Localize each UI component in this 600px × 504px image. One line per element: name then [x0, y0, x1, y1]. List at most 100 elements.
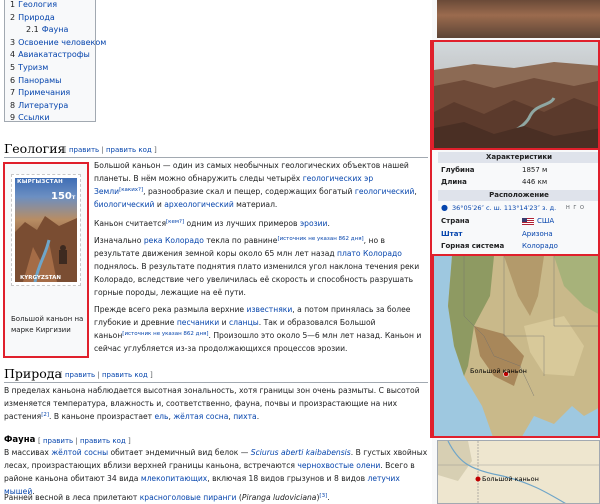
map-location-label: Большой каньон [470, 367, 527, 375]
toc-item-number: 2.1 [26, 25, 39, 35]
toc-item[interactable]: 2.1 Фауна [10, 24, 90, 37]
edit-link[interactable]: править [69, 146, 99, 154]
stamp-country-text: КЫРГЫЗСТАН [17, 179, 63, 185]
link-western-tanager[interactable]: красноголовые пиранги [140, 493, 237, 502]
section-divider [4, 157, 428, 158]
toc-item-label[interactable]: Туризм [18, 63, 48, 72]
location-map-secondary[interactable]: Большой каньон [437, 440, 600, 504]
section-edit-links-fauna: [ править | править код ] [38, 437, 131, 445]
toc-item[interactable]: 1 Геология [10, 0, 90, 12]
link-spruce[interactable]: ель [154, 412, 168, 421]
toc-item-number: 6 [10, 75, 16, 85]
state-link[interactable]: Аризона [522, 229, 553, 239]
citation-needed[interactable]: [каких?] [119, 187, 143, 193]
toc-item-number: 1 [10, 0, 16, 9]
usa-relief-map [434, 256, 598, 436]
toc-item-label[interactable]: Освоение человеком [18, 38, 106, 47]
link-shale[interactable]: сланцы [229, 318, 259, 327]
link-mule-deer[interactable]: чернохвостые олени [297, 461, 380, 470]
infobox-key: Длина [441, 178, 467, 186]
edit-code-link[interactable]: править код [102, 371, 148, 379]
canyon-photo[interactable] [432, 40, 600, 150]
table-of-contents: 1 Геология 2 Природа 2.1 Фауна 3 Освоение челов… [4, 0, 106, 125]
country-link[interactable]: США [537, 216, 554, 226]
toc-item[interactable]: 6 Панорамы [10, 75, 90, 88]
section-edit-links-nature: [ править | править код ] [60, 371, 153, 379]
stamp-bottom-text: KYRGYZSTAN [20, 275, 61, 281]
infobox-key: Горная система [441, 242, 505, 250]
stamp-thumbnail[interactable]: КЫРГЫЗСТАН 150т KYRGYZSTAN Большой каньо… [3, 162, 89, 358]
subsection-heading-fauna: Фауна [4, 435, 36, 445]
link-erosion[interactable]: эрозии [300, 219, 328, 228]
citation-needed[interactable]: [источник не указан 862 дня] [277, 236, 363, 242]
geology-paragraph-2: Каньон считается[кем?] одним из лучших п… [94, 219, 330, 228]
edit-bracket: [ [60, 371, 63, 379]
location-pin-icon: ● [441, 203, 448, 212]
map2-location-marker [475, 476, 481, 482]
toc-item-number: 5 [10, 62, 16, 72]
link-colorado-river[interactable]: река Колорадо [144, 236, 204, 245]
toc-item[interactable]: 4 Авиакатастрофы [10, 49, 90, 62]
infobox-photo-top[interactable] [437, 0, 600, 38]
link-biological[interactable]: биологический [94, 200, 154, 209]
edit-separator: | [97, 371, 100, 379]
edit-code-link[interactable]: править код [106, 146, 152, 154]
toc-item[interactable]: 2 Природа [10, 12, 90, 25]
link-colorado-plateau[interactable]: плато Колорадо [337, 249, 402, 258]
toc-item[interactable]: 8 Литература [10, 100, 90, 113]
link-geological[interactable]: геологический [355, 187, 415, 196]
infobox-value: 1857 м [522, 166, 548, 174]
stamp-image[interactable]: КЫРГЫЗСТАН 150т KYRGYZSTAN [11, 174, 81, 286]
toc-item-label[interactable]: Панорамы [18, 76, 61, 85]
toc-item[interactable]: 9 Ссылки [10, 112, 90, 125]
coords-hgo[interactable]: Н Г О [566, 203, 585, 213]
geology-paragraph-1: Большой каньон — один из самых необычных… [94, 161, 417, 209]
toc-item-label[interactable]: Литература [18, 101, 68, 110]
toc-item-label[interactable]: Примечания [18, 88, 70, 97]
infobox: Характеристики Глубина 1857 м Длина 446 км… [432, 0, 600, 504]
citation-ref[interactable]: [2] [41, 412, 49, 418]
edit-code-link[interactable]: править код [80, 437, 126, 445]
toc-item[interactable]: 3 Освоение человеком [10, 37, 106, 50]
toc-item[interactable]: 5 Туризм [10, 62, 90, 75]
toc-item-number: 8 [10, 100, 16, 110]
citation-needed[interactable]: [кем?] [166, 219, 184, 225]
species-latin-name: Piranga ludoviciana [241, 493, 317, 502]
toc-item-label[interactable]: Геология [18, 0, 57, 9]
edit-bracket: ] [149, 371, 153, 379]
toc-item-label[interactable]: Природа [18, 13, 55, 22]
map2-location-label: Большой каньон [482, 475, 539, 483]
link-archaeological[interactable]: археологический [164, 200, 234, 209]
location-map[interactable]: Большой каньон [432, 254, 600, 438]
infobox-value: 446 км [522, 178, 548, 186]
edit-separator: | [75, 437, 78, 445]
coordinates-link[interactable]: 36°05′26″ с. ш. 113°14′23″ з. д. [452, 203, 556, 213]
citation-needed[interactable]: [источник не указан 862 дня] [122, 331, 208, 337]
edit-separator: | [101, 146, 104, 154]
section-edit-links-geology: [ править | править код ] [64, 146, 157, 154]
link-yellow-pine[interactable]: жёлтой сосны [51, 448, 108, 457]
toc-item-label[interactable]: Фауна [42, 25, 69, 34]
infobox-key: Глубина [441, 166, 475, 174]
toc-item-label[interactable]: Ссылки [18, 113, 49, 122]
edit-link[interactable]: править [43, 437, 73, 445]
state-label-link[interactable]: Штат [441, 229, 463, 239]
canyon-illustration [15, 216, 77, 282]
edit-bracket: ] [127, 437, 131, 445]
toc-item[interactable]: 7 Примечания [10, 87, 90, 100]
link-limestone[interactable]: известняки [247, 305, 293, 314]
toc-item-number: 7 [10, 88, 16, 98]
link-kaibab-squirrel[interactable]: Sciurus aberti kaibabensis [251, 448, 351, 457]
link-fir[interactable]: пихта [233, 412, 256, 421]
infobox-header-characteristics: Характеристики [438, 152, 600, 163]
link-sandstone[interactable]: песчаники [177, 318, 219, 327]
link-ponderosa-pine[interactable]: жёлтая сосна [173, 412, 228, 421]
link-mammals[interactable]: млекопитающих [141, 474, 207, 483]
toc-item-number: 3 [10, 37, 16, 47]
mountain-system-link[interactable]: Колорадо [522, 241, 558, 251]
canyon-photo-illustration [434, 42, 598, 148]
toc-item-label[interactable]: Авиакатастрофы [18, 50, 90, 59]
edit-bracket: [ [38, 437, 41, 445]
edit-link[interactable]: править [65, 371, 95, 379]
edit-bracket: [ [64, 146, 67, 154]
